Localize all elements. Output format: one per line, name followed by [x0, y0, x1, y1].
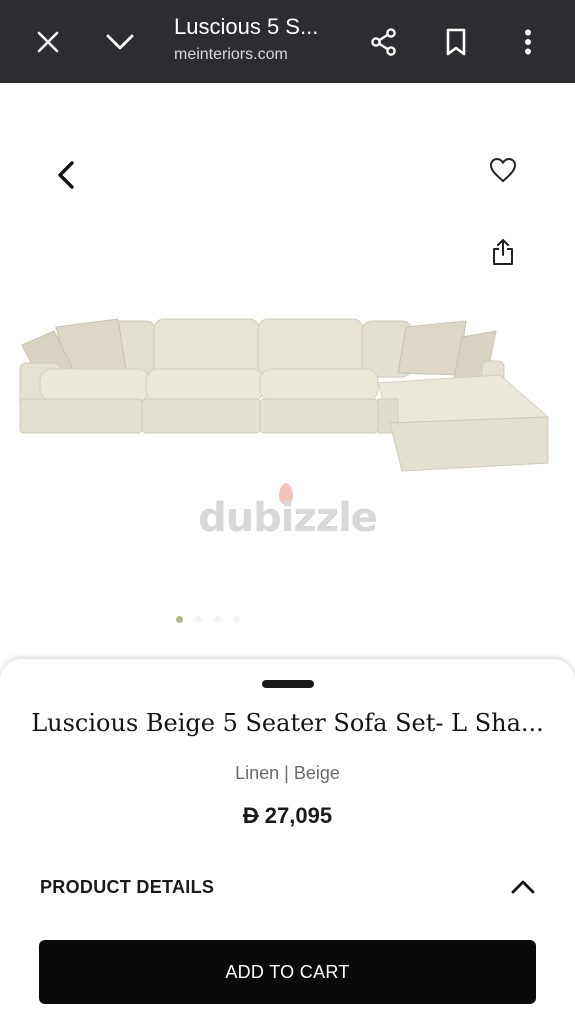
currency-symbol: Đ	[242, 803, 259, 828]
bookmark-icon	[446, 28, 466, 55]
product-details-label: PRODUCT DETAILS	[40, 876, 215, 897]
close-button[interactable]	[20, 0, 76, 83]
bookmark-button[interactable]	[428, 0, 484, 83]
gallery-pagination	[176, 616, 240, 623]
pagination-dot[interactable]	[233, 616, 240, 623]
browser-toolbar: Luscious 5 S... meinteriors.com	[0, 0, 575, 83]
heart-icon	[489, 157, 517, 183]
share-icon	[371, 27, 396, 56]
product-title: Luscious Beige 5 Seater Sofa Set- L Sha.…	[31, 709, 544, 737]
drag-handle[interactable]	[262, 680, 314, 688]
product-image-gallery[interactable]: dubizzle	[0, 83, 575, 663]
pagination-dot-active[interactable]	[176, 616, 183, 623]
back-button[interactable]	[44, 153, 88, 197]
price-value: 27,095	[264, 803, 333, 828]
page-title: Luscious 5 S...	[174, 14, 319, 39]
page-url: meinteriors.com	[174, 46, 288, 63]
chevron-left-icon	[58, 161, 74, 189]
sofa-product-image	[19, 318, 550, 472]
close-icon	[37, 31, 59, 52]
share-upload-icon	[493, 239, 513, 265]
chevron-down-icon	[106, 34, 134, 49]
pagination-dot[interactable]	[195, 616, 202, 623]
wishlist-button[interactable]	[480, 147, 526, 193]
watermark: dubizzle	[198, 495, 378, 541]
add-to-cart-button[interactable]: ADD TO CART	[39, 940, 536, 1004]
product-bottom-sheet: Luscious Beige 5 Seater Sofa Set- L Sha.…	[0, 659, 575, 1024]
collapse-button[interactable]	[92, 0, 148, 83]
product-details-toggle[interactable]: PRODUCT DETAILS	[40, 867, 535, 907]
share-product-button[interactable]	[480, 229, 526, 275]
pagination-dot[interactable]	[214, 616, 221, 623]
share-button[interactable]	[356, 0, 412, 83]
chevron-up-icon	[511, 880, 535, 894]
more-vertical-icon	[525, 29, 531, 54]
more-menu-button[interactable]	[500, 0, 556, 83]
product-variant: Linen | Beige	[235, 763, 340, 783]
product-price: Đ 27,095	[0, 803, 575, 829]
page-info[interactable]: Luscious 5 S... meinteriors.com	[174, 14, 344, 64]
